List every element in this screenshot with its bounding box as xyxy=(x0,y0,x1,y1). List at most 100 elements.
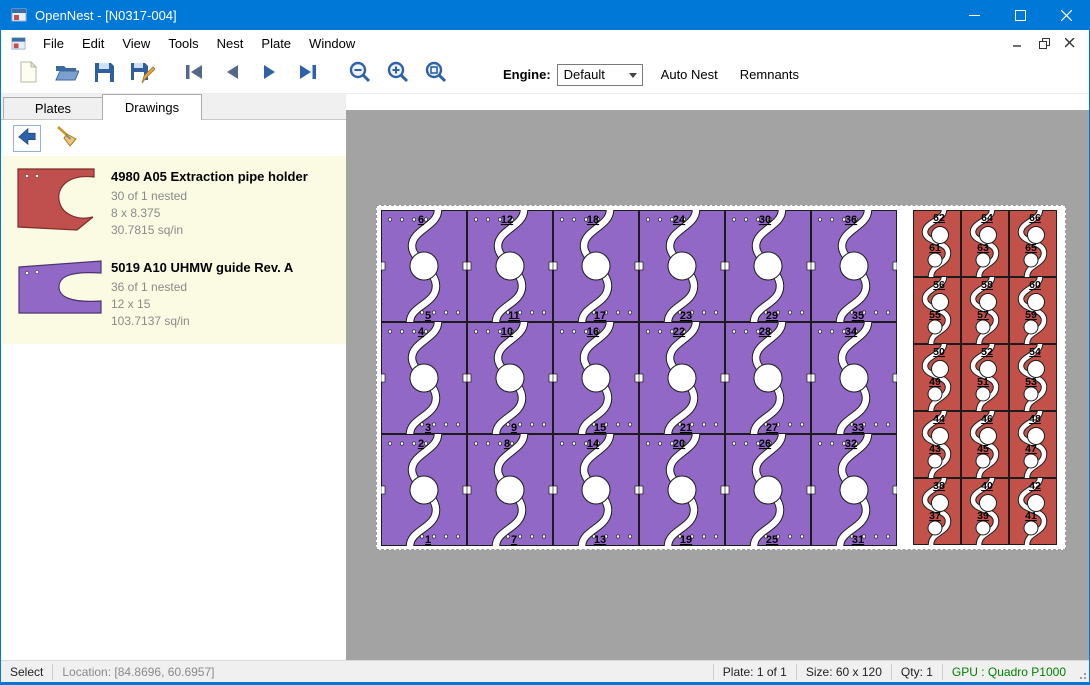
previous-plate-button[interactable] xyxy=(213,58,251,92)
svg-text:3: 3 xyxy=(425,422,431,434)
drawings-list: 4980 A05 Extraction pipe holder 30 of 1 … xyxy=(1,156,346,344)
status-location: Location: [84.8696, 60.6957] xyxy=(53,661,223,682)
broom-icon xyxy=(55,124,79,153)
nested-part-pair[interactable]: 4 3 xyxy=(381,322,467,434)
next-plate-button[interactable] xyxy=(251,58,289,92)
menu-item-view[interactable]: View xyxy=(113,32,159,55)
nested-part-pair[interactable]: 60 59 xyxy=(1009,277,1057,344)
mdi-close-icon[interactable] xyxy=(1057,33,1083,53)
svg-text:34: 34 xyxy=(845,326,858,338)
save-as-button[interactable] xyxy=(123,58,161,92)
mdi-restore-icon[interactable] xyxy=(1031,33,1057,53)
previous-arrow-icon xyxy=(220,62,244,87)
nested-part-pair[interactable]: 18 17 xyxy=(553,210,639,322)
nested-part-pair[interactable]: 14 13 xyxy=(553,434,639,546)
svg-text:30: 30 xyxy=(759,214,771,226)
nested-part-pair[interactable]: 56 55 xyxy=(913,277,961,344)
nested-part-pair[interactable]: 58 57 xyxy=(961,277,1009,344)
nest-canvas[interactable]: 6 5 12 11 18 17 24 23 xyxy=(346,94,1089,660)
drawing-nested-count: 36 of 1 nested xyxy=(111,279,293,296)
open-file-button[interactable] xyxy=(47,58,85,92)
svg-text:5: 5 xyxy=(425,310,431,322)
next-arrow-icon xyxy=(258,62,282,87)
nested-part-pair[interactable]: 50 49 xyxy=(913,344,961,411)
clear-drawings-button[interactable] xyxy=(53,125,81,152)
menu-item-window[interactable]: Window xyxy=(300,32,364,55)
nested-part-pair[interactable]: 6 5 xyxy=(381,210,467,322)
zoom-in-button[interactable] xyxy=(379,58,417,92)
purple-parts-region: 6 5 12 11 18 17 24 23 xyxy=(381,210,897,546)
nested-part-pair[interactable]: 2 1 xyxy=(381,434,467,546)
remnants-button[interactable]: Remnants xyxy=(730,61,809,88)
svg-text:18: 18 xyxy=(587,214,599,226)
nested-part-pair[interactable]: 62 61 xyxy=(913,210,961,277)
zoom-fit-button[interactable] xyxy=(417,58,455,92)
nested-part-pair[interactable]: 48 47 xyxy=(1009,411,1057,478)
nested-part-pair[interactable]: 12 11 xyxy=(467,210,553,322)
list-item[interactable]: 4980 A05 Extraction pipe holder 30 of 1 … xyxy=(1,158,346,249)
nested-part-pair[interactable]: 24 23 xyxy=(639,210,725,322)
nested-part-pair[interactable]: 66 65 xyxy=(1009,210,1057,277)
nested-part-pair[interactable]: 38 37 xyxy=(913,478,961,545)
resize-grip[interactable] xyxy=(1075,661,1089,682)
nested-part-pair[interactable]: 22 21 xyxy=(639,322,725,434)
nested-part-pair[interactable]: 30 29 xyxy=(725,210,811,322)
drawing-name: 4980 A05 Extraction pipe holder xyxy=(111,168,308,185)
nested-part-pair[interactable]: 20 19 xyxy=(639,434,725,546)
nested-part-pair[interactable]: 52 51 xyxy=(961,344,1009,411)
maximize-icon[interactable] xyxy=(997,0,1043,30)
return-part-button[interactable] xyxy=(13,125,41,152)
menu-item-edit[interactable]: Edit xyxy=(73,32,113,55)
nested-part-pair[interactable]: 26 25 xyxy=(725,434,811,546)
svg-text:21: 21 xyxy=(680,422,692,434)
close-icon[interactable] xyxy=(1043,0,1089,30)
first-plate-button[interactable] xyxy=(175,58,213,92)
window-title: OpenNest - [N0317-004] xyxy=(35,8,177,23)
save-button[interactable] xyxy=(85,58,123,92)
nested-part-pair[interactable]: 40 39 xyxy=(961,478,1009,545)
new-file-button[interactable] xyxy=(9,58,47,92)
nested-part-pair[interactable]: 34 33 xyxy=(811,322,897,434)
svg-text:57: 57 xyxy=(977,309,989,321)
svg-text:45: 45 xyxy=(977,443,989,455)
nested-part-pair[interactable]: 16 15 xyxy=(553,322,639,434)
last-plate-button[interactable] xyxy=(289,58,327,92)
svg-text:47: 47 xyxy=(1025,443,1037,455)
minimize-icon[interactable] xyxy=(951,0,997,30)
mdi-minimize-icon[interactable] xyxy=(1005,33,1031,53)
tab-strip: Plates Drawings xyxy=(1,94,346,120)
svg-text:12: 12 xyxy=(501,214,513,226)
tab-drawings[interactable]: Drawings xyxy=(102,94,202,120)
nested-part-pair[interactable]: 28 27 xyxy=(725,322,811,434)
menu-item-file[interactable]: File xyxy=(34,32,73,55)
auto-nest-button[interactable]: Auto Nest xyxy=(651,61,728,88)
menu-item-tools[interactable]: Tools xyxy=(159,32,207,55)
save-as-icon xyxy=(129,60,155,89)
document-icon[interactable] xyxy=(11,36,26,51)
part-thumbnail-red xyxy=(15,166,111,241)
nested-part-pair[interactable]: 32 31 xyxy=(811,434,897,546)
nested-part-pair[interactable]: 44 43 xyxy=(913,411,961,478)
zoom-in-icon xyxy=(386,60,410,89)
nested-part-pair[interactable]: 42 41 xyxy=(1009,478,1057,545)
nested-part-pair[interactable]: 8 7 xyxy=(467,434,553,546)
canvas-top-strip xyxy=(346,94,1089,110)
tab-plates[interactable]: Plates xyxy=(3,97,103,119)
menu-item-nest[interactable]: Nest xyxy=(208,32,253,55)
nested-part-pair[interactable]: 46 45 xyxy=(961,411,1009,478)
nested-part-pair[interactable]: 10 9 xyxy=(467,322,553,434)
svg-text:1: 1 xyxy=(425,534,431,546)
engine-select[interactable]: Default xyxy=(557,64,643,86)
menu-item-plate[interactable]: Plate xyxy=(252,32,300,55)
svg-text:25: 25 xyxy=(766,534,778,546)
nested-part-pair[interactable]: 64 63 xyxy=(961,210,1009,277)
part-thumbnail-purple xyxy=(15,257,111,330)
plate-sheet[interactable]: 6 5 12 11 18 17 24 23 xyxy=(376,205,1066,550)
nested-part-pair[interactable]: 36 35 xyxy=(811,210,897,322)
nested-part-pair[interactable]: 54 53 xyxy=(1009,344,1057,411)
list-item[interactable]: 5019 A10 UHMW guide Rev. A 36 of 1 neste… xyxy=(1,249,346,338)
svg-text:54: 54 xyxy=(1029,346,1041,358)
drawing-size: 12 x 15 xyxy=(111,296,293,313)
engine-label: Engine: xyxy=(503,67,551,82)
zoom-out-button[interactable] xyxy=(341,58,379,92)
